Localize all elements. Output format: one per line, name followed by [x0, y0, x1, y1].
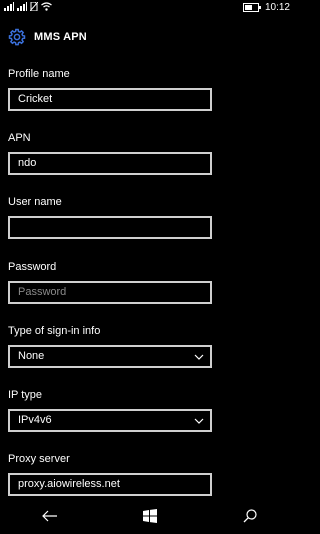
apn-input[interactable]: ndo [8, 152, 212, 175]
password-label: Password [8, 261, 57, 273]
user-name-field: User name [8, 194, 212, 239]
status-bar: 10:12 [0, 0, 300, 16]
chevron-down-icon [194, 411, 204, 430]
windows-start-icon [143, 509, 157, 523]
search-icon [243, 509, 257, 523]
page-title: MMS APN [34, 31, 87, 43]
page-header: MMS APN [8, 26, 87, 48]
ip-type-value: IPv4v6 [18, 414, 52, 426]
sign-in-type-label: Type of sign-in info [8, 325, 101, 337]
signal-bars-icon [4, 2, 14, 11]
status-icons [4, 2, 52, 11]
sign-in-type-field: Type of sign-in info None [8, 323, 212, 368]
clock: 10:12 [264, 2, 290, 13]
password-field: Password Password [8, 259, 212, 304]
apn-field: APN ndo [8, 130, 212, 175]
password-input[interactable]: Password [8, 281, 212, 304]
user-name-label: User name [8, 196, 62, 208]
proxy-server-input[interactable]: proxy.aiowireless.net [8, 473, 212, 496]
profile-name-field: Profile name Cricket [8, 66, 212, 111]
status-right: 10:12 [242, 2, 290, 13]
sign-in-type-dropdown[interactable]: None [8, 345, 212, 368]
sign-in-type-value: None [18, 350, 45, 362]
proxy-server-label: Proxy server [8, 453, 70, 465]
wifi-icon [41, 2, 52, 11]
battery-icon [242, 3, 261, 12]
signal-bars-icon [17, 2, 27, 11]
ip-type-label: IP type [8, 389, 43, 401]
ip-type-field: IP type IPv4v6 [8, 387, 212, 432]
user-name-input[interactable] [8, 216, 212, 239]
search-button[interactable] [230, 501, 270, 531]
gear-icon [8, 28, 26, 46]
profile-name-input[interactable]: Cricket [8, 88, 212, 111]
profile-name-label: Profile name [8, 68, 70, 80]
apn-label: APN [8, 132, 31, 144]
chevron-down-icon [194, 347, 204, 366]
back-button[interactable] [30, 501, 70, 531]
back-icon [42, 510, 57, 522]
proxy-server-field: Proxy server proxy.aiowireless.net [8, 451, 212, 496]
ip-type-dropdown[interactable]: IPv4v6 [8, 409, 212, 432]
no-sim-icon [30, 2, 38, 11]
start-button[interactable] [130, 501, 170, 531]
navigation-bar [0, 498, 300, 534]
